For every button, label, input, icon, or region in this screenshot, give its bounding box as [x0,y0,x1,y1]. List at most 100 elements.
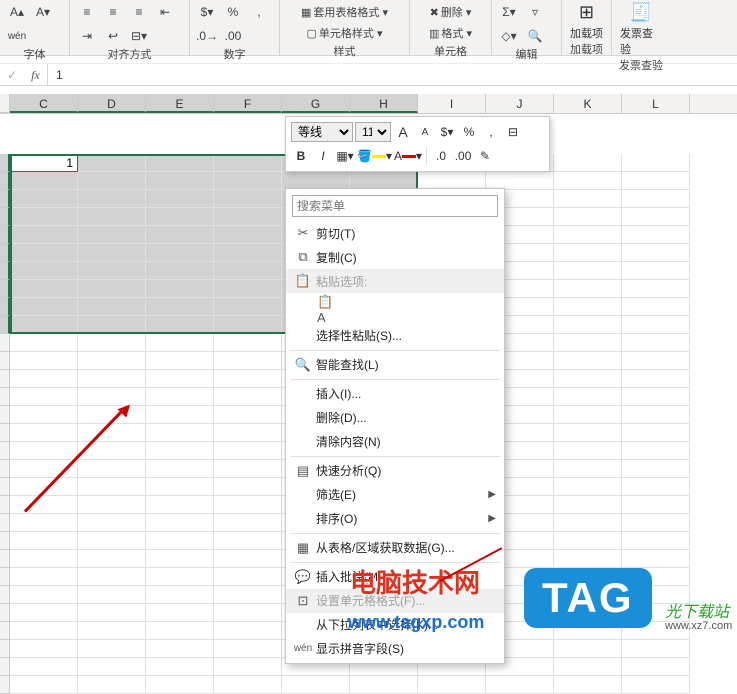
cell[interactable] [554,226,622,244]
cell[interactable] [554,370,622,388]
menu-paste-special[interactable]: 选择性粘贴(S)... [286,324,504,348]
mini-fill-color-icon[interactable]: 🪣▾ [357,146,392,166]
cell[interactable] [622,424,690,442]
cell[interactable] [146,316,214,334]
align-center-icon[interactable]: ≡ [102,2,124,22]
cell[interactable] [78,190,146,208]
cell[interactable] [10,316,78,334]
cell[interactable] [146,172,214,190]
cell[interactable] [78,172,146,190]
cell[interactable] [146,388,214,406]
comma-icon[interactable]: , [248,2,270,22]
cell-styles-button[interactable]: ▢单元格样式 ▾ [286,23,403,43]
cell[interactable] [146,676,214,694]
menu-copy[interactable]: ⧉复制(C) [286,245,504,269]
row-header[interactable] [0,550,10,568]
col-header[interactable]: F [214,94,282,113]
cell[interactable] [10,226,78,244]
invoice-button[interactable]: 🧾发票查验 [620,2,662,57]
cell[interactable] [622,190,690,208]
cell[interactable] [10,604,78,622]
fill-icon[interactable]: ▿ [524,2,546,22]
dec-inc-icon[interactable]: .0→ [196,26,218,46]
cell[interactable] [214,334,282,352]
mini-dec-inc-icon[interactable]: .0 [431,146,451,166]
cell[interactable] [622,640,690,658]
row-header[interactable] [0,316,10,334]
cell[interactable] [10,550,78,568]
col-header[interactable]: L [622,94,690,113]
select-all-corner[interactable] [0,94,10,113]
sum-icon[interactable]: Σ▾ [498,2,520,22]
cell[interactable] [214,208,282,226]
cell[interactable] [78,424,146,442]
cell[interactable] [622,316,690,334]
cell[interactable] [554,262,622,280]
cell[interactable] [146,532,214,550]
table-format-button[interactable]: ▦套用表格格式 ▾ [286,2,403,22]
cell[interactable] [622,208,690,226]
cell[interactable] [554,478,622,496]
cell[interactable] [622,334,690,352]
cell[interactable] [10,334,78,352]
align-left-icon[interactable]: ≡ [76,2,98,22]
cell[interactable] [554,352,622,370]
col-header[interactable]: J [486,94,554,113]
cell[interactable] [622,226,690,244]
mini-size-select[interactable]: 11 [355,122,391,142]
row-header[interactable] [0,190,10,208]
row-header[interactable] [0,334,10,352]
cell[interactable] [78,586,146,604]
cell[interactable] [622,352,690,370]
row-header[interactable] [0,244,10,262]
row-header[interactable] [0,496,10,514]
cell[interactable] [214,460,282,478]
mini-comma-icon[interactable]: , [481,122,501,142]
clear-icon[interactable]: ◇▾ [498,26,520,46]
cell[interactable] [554,388,622,406]
cell[interactable] [10,190,78,208]
cell[interactable] [214,226,282,244]
cell[interactable] [214,352,282,370]
cell[interactable] [214,496,282,514]
cell[interactable] [214,370,282,388]
cell[interactable] [214,298,282,316]
cell[interactable] [10,406,78,424]
row-header[interactable] [0,640,10,658]
cell[interactable] [350,676,418,694]
cell[interactable] [10,424,78,442]
cell[interactable] [622,550,690,568]
row-header[interactable] [0,262,10,280]
mini-bold-icon[interactable]: B [291,146,311,166]
cell[interactable] [146,586,214,604]
cell[interactable] [282,676,350,694]
cell[interactable] [78,550,146,568]
cell[interactable] [554,172,622,190]
cell[interactable] [78,370,146,388]
row-header[interactable] [0,622,10,640]
cell[interactable] [78,334,146,352]
row-header[interactable] [0,442,10,460]
cell[interactable] [622,370,690,388]
row-header[interactable] [0,388,10,406]
wrap-text-icon[interactable]: ↩ [102,26,124,46]
cell[interactable] [10,532,78,550]
cell[interactable] [10,622,78,640]
cell[interactable] [214,586,282,604]
cell[interactable] [554,406,622,424]
cell[interactable] [622,244,690,262]
cell[interactable] [554,640,622,658]
cell[interactable] [10,514,78,532]
cell[interactable] [146,568,214,586]
menu-cut[interactable]: ✂剪切(T) [286,221,504,245]
cell[interactable] [10,298,78,316]
cell[interactable] [622,280,690,298]
col-header[interactable]: D [78,94,146,113]
cell[interactable] [214,676,282,694]
dec-dec-icon[interactable]: .00 [222,26,244,46]
cell[interactable] [10,496,78,514]
cell[interactable] [78,640,146,658]
fx-icon[interactable]: fx [24,64,48,85]
row-header[interactable] [0,604,10,622]
menu-search-input[interactable] [292,195,498,217]
